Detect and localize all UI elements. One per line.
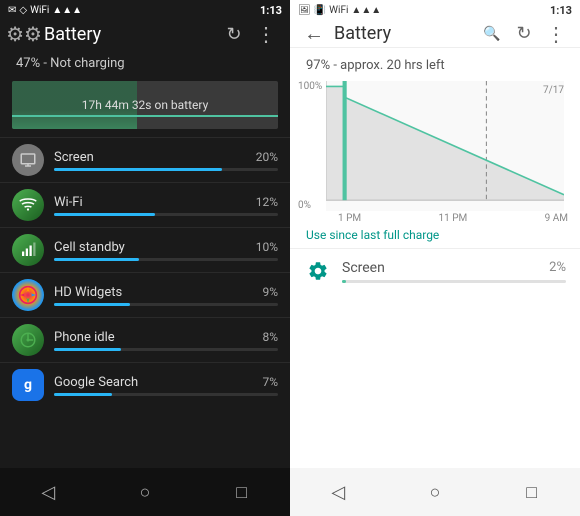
widgets-icon <box>12 279 44 311</box>
status-bar-left: ✉ ◇ WiFi ▲▲▲ 1:13 <box>0 0 290 20</box>
google-pct: 7% <box>262 375 278 390</box>
screen-label-right: Screen <box>342 260 385 276</box>
cell-pct: 10% <box>256 240 278 255</box>
screen-bar-bg-right <box>342 280 566 283</box>
wifi-bar-bg <box>54 213 278 216</box>
x-label-1pm: 1 PM <box>338 213 361 224</box>
battery-status-left: 47% - Not charging <box>0 48 290 77</box>
refresh-button[interactable]: ↻ <box>222 22 246 46</box>
home-button-left[interactable]: ○ <box>125 472 165 512</box>
list-item[interactable]: Screen 20% <box>0 137 290 182</box>
google-icon: g <box>12 369 44 401</box>
refresh-button-right[interactable]: ↻ <box>512 22 536 46</box>
widgets-bar-bg <box>54 303 278 306</box>
photo-icon: 🖼 <box>298 5 311 16</box>
recents-button-left[interactable]: □ <box>222 472 262 512</box>
right-status-icons: 🖼 📳 WiFi ▲▲▲ <box>298 5 381 16</box>
battery-bar-left: 17h 44m 32s on battery <box>12 81 278 129</box>
y-label-100: 100% <box>298 81 322 92</box>
screen-pct: 20% <box>256 150 278 165</box>
cell-info: Cell standby 10% <box>54 240 278 261</box>
wifi-app-icon <box>12 189 44 221</box>
left-time: 1:13 <box>260 4 282 17</box>
back-arrow-button[interactable]: ← <box>302 22 326 46</box>
bottom-nav-left: ◁ ○ □ <box>0 468 290 516</box>
battery-status-right: 97% - approx. 20 hrs left <box>290 48 580 77</box>
widgets-info: HD Widgets 9% <box>54 285 278 306</box>
signal-icon-right: ▲▲▲ <box>351 5 381 16</box>
usage-list-left: Screen 20% Wi-Fi 12% <box>0 137 290 468</box>
google-bar <box>54 393 112 396</box>
wifi-info: Wi-Fi 12% <box>54 195 278 216</box>
widgets-bar <box>54 303 130 306</box>
widgets-pct: 9% <box>262 285 278 300</box>
list-item[interactable]: Phone idle 8% <box>0 317 290 362</box>
chart-y-labels: 100% 0% <box>298 81 322 211</box>
screen-info-right: Screen 2% <box>342 260 566 283</box>
left-title: Battery <box>44 24 214 45</box>
phone-pct: 8% <box>262 330 278 345</box>
left-status-icons: ✉ ◇ WiFi ▲▲▲ <box>8 5 82 16</box>
list-item[interactable]: Cell standby 10% <box>0 227 290 272</box>
back-button-left[interactable]: ◁ <box>28 472 68 512</box>
wifi-label: Wi-Fi <box>54 195 83 210</box>
use-since-charge-link[interactable]: Use since last full charge <box>290 224 580 248</box>
battery-bar-line <box>12 115 278 117</box>
screen-bar-right <box>342 280 346 283</box>
left-panel: ✉ ◇ WiFi ▲▲▲ 1:13 ⚙ Battery ↻ ⋮ 47% - No… <box>0 0 290 516</box>
wifi-icon-left: WiFi <box>30 5 49 16</box>
search-button[interactable]: 🔍 <box>480 22 504 46</box>
chart-x-labels: 1 PM 11 PM 9 AM <box>326 211 580 224</box>
right-title: Battery <box>334 23 472 44</box>
battery-bar-text: 17h 44m 32s on battery <box>82 98 209 112</box>
status-bar-right: 🖼 📳 WiFi ▲▲▲ 1:13 <box>290 0 580 20</box>
wifi-bar <box>54 213 155 216</box>
chart-date-label: 7/17 <box>543 85 564 96</box>
screen-info: Screen 20% <box>54 150 278 171</box>
google-bar-bg <box>54 393 278 396</box>
list-item[interactable]: g Google Search 7% <box>0 362 290 407</box>
phone-bar-bg <box>54 348 278 351</box>
list-item[interactable]: Wi-Fi 12% <box>0 182 290 227</box>
battery-chart: 100% 0% 7/17 <box>326 81 564 211</box>
signal-icon-left: ▲▲▲ <box>52 5 82 16</box>
diamond-icon: ◇ <box>19 5 27 16</box>
right-panel: 🖼 📳 WiFi ▲▲▲ 1:13 ← Battery 🔍 ↻ ⋮ 97% - … <box>290 0 580 516</box>
vibrate-icon: 📳 <box>314 5 326 16</box>
cell-bar-bg <box>54 258 278 261</box>
y-label-0: 0% <box>298 200 322 211</box>
google-label: Google Search <box>54 375 138 390</box>
wifi-icon-right: WiFi <box>329 5 348 16</box>
recents-button-right[interactable]: □ <box>512 472 552 512</box>
phone-icon <box>12 324 44 356</box>
screen-bar <box>54 168 222 171</box>
right-usage-screen[interactable]: Screen 2% <box>290 248 580 293</box>
wifi-pct: 12% <box>256 195 278 210</box>
home-button-right[interactable]: ○ <box>415 472 455 512</box>
widgets-label: HD Widgets <box>54 285 122 300</box>
cell-label: Cell standby <box>54 240 125 255</box>
back-button-right[interactable]: ◁ <box>318 472 358 512</box>
phone-info: Phone idle 8% <box>54 330 278 351</box>
cell-icon <box>12 234 44 266</box>
cell-bar <box>54 258 139 261</box>
google-info: Google Search 7% <box>54 375 278 396</box>
phone-label: Phone idle <box>54 330 115 345</box>
bottom-nav-right: ◁ ○ □ <box>290 468 580 516</box>
screen-icon <box>12 144 44 176</box>
x-label-11pm: 11 PM <box>439 213 468 224</box>
screen-gear-icon <box>304 257 332 285</box>
more-button-right[interactable]: ⋮ <box>544 22 568 46</box>
right-time: 1:13 <box>550 4 572 17</box>
msg-icon: ✉ <box>8 5 16 16</box>
screen-label: Screen <box>54 150 94 165</box>
chart-svg <box>326 81 564 211</box>
more-button-left[interactable]: ⋮ <box>254 22 278 46</box>
gear-icon: ⚙ <box>12 22 36 46</box>
screen-bar-bg <box>54 168 278 171</box>
phone-bar <box>54 348 121 351</box>
list-item[interactable]: HD Widgets 9% <box>0 272 290 317</box>
screen-pct-right: 2% <box>549 260 566 276</box>
x-label-9am: 9 AM <box>545 213 568 224</box>
